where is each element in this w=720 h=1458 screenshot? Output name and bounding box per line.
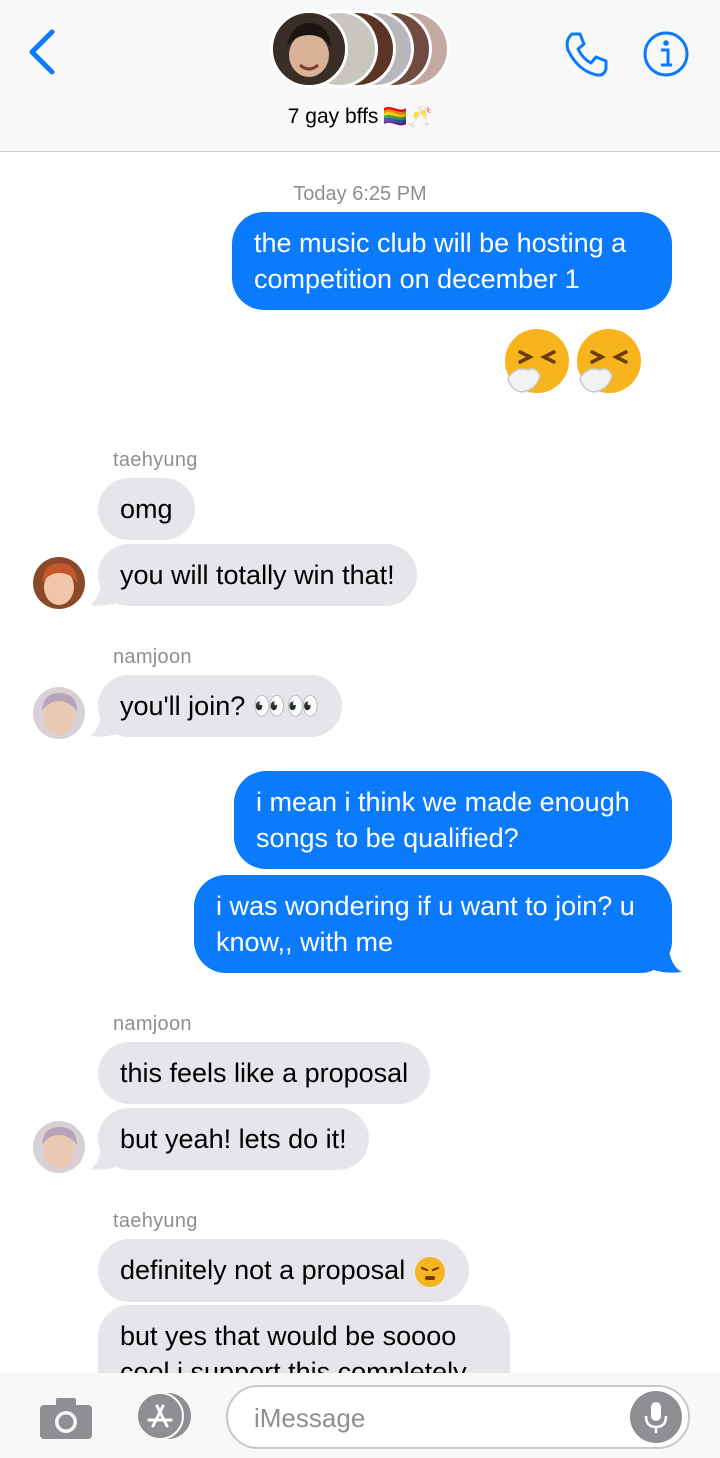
- apps-button[interactable]: [130, 1391, 196, 1441]
- namjoon-avatar[interactable]: [33, 687, 85, 739]
- details-button[interactable]: [642, 28, 690, 85]
- bubble-tail: [90, 1141, 116, 1170]
- taehyung-avatar[interactable]: [33, 557, 85, 609]
- group-name: 7 gay bffs: [287, 105, 379, 128]
- microphone-icon: [644, 1402, 668, 1433]
- chevron-left-icon: [29, 29, 55, 75]
- sneezing-face-emoji[interactable]: [574, 326, 644, 396]
- incoming-message[interactable]: but yes that would be soooo cool i suppo…: [98, 1305, 510, 1373]
- phone-icon: [565, 32, 608, 77]
- group-title[interactable]: 7 gay bffs 🏳️‍🌈🥂: [0, 104, 720, 129]
- message-timestamp: Today 6:25 PM: [293, 183, 427, 205]
- sender-name: taehyung: [113, 449, 198, 471]
- incoming-message[interactable]: omg: [98, 478, 195, 540]
- info-icon: [643, 31, 689, 77]
- compose-bar: [0, 1373, 720, 1458]
- sneezing-face-emoji[interactable]: [502, 326, 572, 396]
- incoming-message[interactable]: you'll join? 👀👀: [98, 675, 342, 737]
- sender-name: taehyung: [113, 1210, 198, 1232]
- app-store-icon: [136, 1392, 191, 1440]
- bubble-tail: [90, 577, 116, 606]
- camera-icon: [40, 1398, 92, 1439]
- message-list[interactable]: Today 6:25 PM the music club will be hos…: [0, 153, 720, 1373]
- sender-name: namjoon: [113, 646, 192, 668]
- dictation-button[interactable]: [630, 1391, 682, 1443]
- outgoing-message[interactable]: the music club will be hosting a competi…: [232, 212, 672, 310]
- bubble-tail: [90, 708, 116, 737]
- sender-name: namjoon: [113, 1013, 192, 1035]
- bubble-tail: [654, 944, 682, 973]
- message-field[interactable]: [226, 1385, 690, 1449]
- back-button[interactable]: [22, 26, 66, 78]
- steam-face-emoji: [414, 1256, 445, 1287]
- message-input[interactable]: [254, 1399, 624, 1437]
- outgoing-message[interactable]: i mean i think we made enough songs to b…: [234, 771, 672, 869]
- incoming-message[interactable]: this feels like a proposal: [98, 1042, 431, 1104]
- group-emoji: 🏳️‍🌈🥂: [382, 106, 433, 128]
- outgoing-message[interactable]: i was wondering if u want to join? u kno…: [194, 875, 672, 973]
- incoming-message[interactable]: definitely not a proposal: [98, 1239, 469, 1302]
- camera-button[interactable]: [38, 1395, 94, 1446]
- call-button[interactable]: [560, 28, 612, 85]
- conversation-header: 7 gay bffs 🏳️‍🌈🥂: [0, 0, 720, 152]
- incoming-message[interactable]: you will totally win that!: [98, 544, 417, 606]
- namjoon-avatar[interactable]: [33, 1121, 85, 1173]
- group-avatars[interactable]: [270, 10, 460, 90]
- incoming-message[interactable]: but yeah! lets do it!: [98, 1108, 369, 1170]
- member-avatar: [270, 10, 348, 88]
